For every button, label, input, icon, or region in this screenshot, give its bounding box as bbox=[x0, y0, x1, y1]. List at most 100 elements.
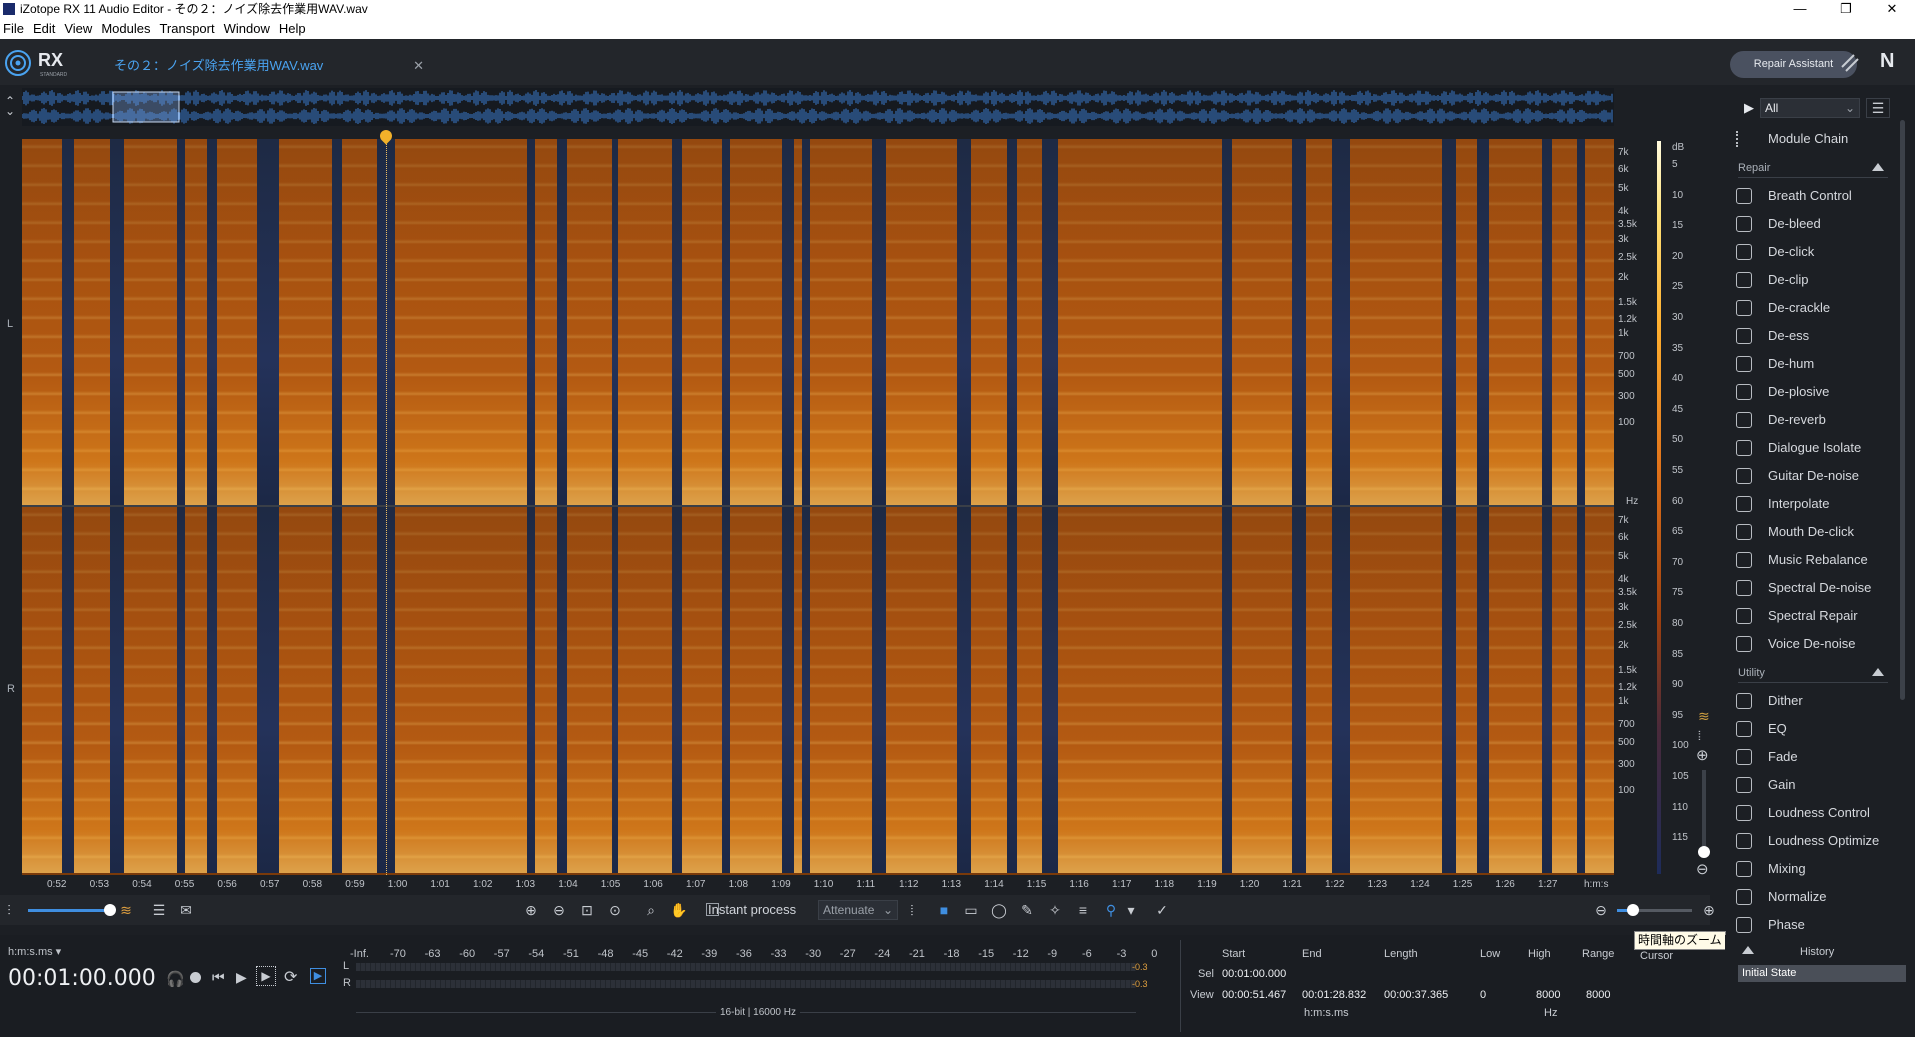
tool-dropdown-icon[interactable]: ▾ bbox=[1122, 901, 1140, 919]
time-select-icon[interactable]: ⦙ bbox=[903, 901, 921, 919]
zoom-out-time-icon[interactable]: ⊖ bbox=[1592, 901, 1610, 919]
zoom-selection-icon[interactable]: ⊡ bbox=[578, 901, 596, 919]
module-spectral-repair[interactable]: Spectral Repair bbox=[1736, 605, 1891, 627]
record-icon[interactable] bbox=[190, 972, 201, 983]
freq-range[interactable]: 8000 bbox=[1586, 989, 1610, 1001]
module-interpolate[interactable]: Interpolate bbox=[1736, 493, 1891, 515]
play-icon[interactable]: ▶ bbox=[236, 969, 247, 986]
module-loudness-control[interactable]: Loudness Control bbox=[1736, 802, 1891, 824]
module-fade[interactable]: Fade bbox=[1736, 746, 1891, 768]
menu-file[interactable]: File bbox=[3, 18, 24, 39]
repair-category[interactable]: Repair bbox=[1738, 158, 1888, 178]
module-de-hum[interactable]: De-hum bbox=[1736, 353, 1891, 375]
brush-icon[interactable]: ✎ bbox=[1018, 901, 1036, 919]
module-loudness-optimize[interactable]: Loudness Optimize bbox=[1736, 830, 1891, 852]
playhead[interactable] bbox=[386, 139, 387, 875]
module-de-reverb[interactable]: De-reverb bbox=[1736, 409, 1891, 431]
loop-icon[interactable]: ⟳ bbox=[284, 967, 297, 987]
rect-select-icon[interactable]: ■ bbox=[935, 901, 953, 919]
collapse-overview-icon[interactable]: ⌃ ⌄ bbox=[5, 95, 15, 117]
waveform-icon[interactable]: ⫶ bbox=[0, 901, 18, 919]
module-phase[interactable]: Phase bbox=[1736, 914, 1891, 936]
module-mouth-de-click[interactable]: Mouth De-click bbox=[1736, 521, 1891, 543]
headphones-icon[interactable]: 🎧 bbox=[166, 970, 185, 988]
module-de-ess[interactable]: De-ess bbox=[1736, 325, 1891, 347]
module-de-clip[interactable]: De-clip bbox=[1736, 269, 1891, 291]
freq-zoom-knob[interactable] bbox=[1698, 846, 1710, 858]
time-zoom-knob[interactable] bbox=[1627, 904, 1639, 916]
play-selection-icon[interactable]: ▶ bbox=[256, 966, 276, 986]
pencil-icon[interactable]: ✓ bbox=[1153, 901, 1171, 919]
module-filter-select[interactable]: All ⌄ bbox=[1760, 98, 1860, 118]
module-de-plosive[interactable]: De-plosive bbox=[1736, 381, 1891, 403]
zoom-fit-icon[interactable]: ⊙ bbox=[606, 901, 624, 919]
freq-high[interactable]: 8000 bbox=[1536, 989, 1560, 1001]
module-voice-de-noise[interactable]: Voice De-noise bbox=[1736, 633, 1891, 655]
rewind-icon[interactable]: ⏮ bbox=[212, 969, 225, 986]
spectrogram-mode-icon[interactable]: ≋ bbox=[117, 901, 135, 919]
menu-modules[interactable]: Modules bbox=[101, 18, 150, 39]
zoom-out-icon[interactable]: ⊖ bbox=[550, 901, 568, 919]
zoom-in-time-icon[interactable]: ⊕ bbox=[1700, 901, 1718, 919]
waveform-toggle-icon[interactable]: ⦙ bbox=[1698, 728, 1701, 744]
hz-tick: 7k bbox=[1618, 515, 1629, 526]
amplitude-zoom-slider[interactable] bbox=[28, 909, 112, 912]
spectrogram[interactable] bbox=[22, 139, 1614, 875]
comment-icon[interactable]: ✉ bbox=[177, 901, 195, 919]
view-length[interactable]: 00:00:37.365 bbox=[1384, 989, 1448, 1001]
zoom-out-freq-icon[interactable]: ⊖ bbox=[1696, 860, 1709, 878]
menu-edit[interactable]: Edit bbox=[33, 18, 55, 39]
history-collapse-icon[interactable] bbox=[1742, 946, 1754, 954]
module-eq[interactable]: EQ bbox=[1736, 718, 1891, 740]
magic-wand-icon[interactable]: ✧ bbox=[1046, 901, 1064, 919]
module-de-bleed[interactable]: De-bleed bbox=[1736, 213, 1891, 235]
view-end[interactable]: 00:01:28.832 bbox=[1302, 989, 1366, 1001]
menu-icon[interactable]: ☰ bbox=[1866, 98, 1890, 118]
harmonic-select-icon[interactable]: ≡ bbox=[1074, 901, 1092, 919]
hand-icon[interactable]: ✋ bbox=[670, 901, 688, 919]
amplitude-zoom-knob[interactable] bbox=[104, 904, 116, 916]
module-dither[interactable]: Dither bbox=[1736, 690, 1891, 712]
timecode-format-select[interactable]: h:m:s.ms ▾ bbox=[8, 945, 61, 958]
utility-category[interactable]: Utility bbox=[1738, 663, 1888, 683]
menu-view[interactable]: View bbox=[64, 18, 92, 39]
view-start[interactable]: 00:00:51.467 bbox=[1222, 989, 1286, 1001]
history-item[interactable]: Initial State bbox=[1738, 965, 1906, 982]
close-tab-icon[interactable]: ✕ bbox=[413, 51, 424, 81]
follow-playhead-icon[interactable]: ▶ bbox=[310, 968, 326, 984]
module-mixing[interactable]: Mixing bbox=[1736, 858, 1891, 880]
module-de-click[interactable]: De-click bbox=[1736, 241, 1891, 263]
notes-icon[interactable]: ☰ bbox=[150, 901, 168, 919]
zoom-in-freq-icon[interactable]: ⊕ bbox=[1696, 746, 1709, 764]
freq-select-icon[interactable]: ▭ bbox=[962, 901, 980, 919]
sel-start[interactable]: 00:01:00.000 bbox=[1222, 968, 1286, 980]
spectrogram-settings-icon[interactable]: ≋ bbox=[1698, 708, 1710, 725]
module-de-crackle[interactable]: De-crackle bbox=[1736, 297, 1891, 319]
play-module-icon[interactable]: ▶ bbox=[1744, 100, 1754, 116]
module-breath-control[interactable]: Breath Control bbox=[1736, 185, 1891, 207]
menu-help[interactable]: Help bbox=[279, 18, 306, 39]
module-spectral-de-noise[interactable]: Spectral De-noise bbox=[1736, 577, 1891, 599]
menu-window[interactable]: Window bbox=[224, 18, 270, 39]
magnify-icon[interactable]: ⌕ bbox=[642, 901, 660, 919]
module-normalize[interactable]: Normalize bbox=[1736, 886, 1891, 908]
lasso-icon[interactable]: ◯ bbox=[990, 901, 1008, 919]
zoom-in-icon[interactable]: ⊕ bbox=[522, 901, 540, 919]
module-dialogue-isolate[interactable]: Dialogue Isolate bbox=[1736, 437, 1891, 459]
link-icon[interactable] bbox=[1838, 51, 1862, 75]
module-chain-item[interactable]: Module Chain bbox=[1736, 128, 1891, 150]
menu-transport[interactable]: Transport bbox=[159, 18, 214, 39]
module-gain[interactable]: Gain bbox=[1736, 774, 1891, 796]
freq-low[interactable]: 0 bbox=[1480, 989, 1486, 1001]
maximize-button[interactable]: ❐ bbox=[1826, 0, 1866, 18]
sidebar-scrollbar[interactable] bbox=[1900, 120, 1905, 700]
close-button[interactable]: ✕ bbox=[1872, 0, 1912, 18]
module-guitar-de-noise[interactable]: Guitar De-noise bbox=[1736, 465, 1891, 487]
module-music-rebalance[interactable]: Music Rebalance bbox=[1736, 549, 1891, 571]
freq-zoom-slider[interactable] bbox=[1702, 770, 1706, 850]
find-similar-icon[interactable]: ⚲ bbox=[1102, 901, 1120, 919]
waveform-overview[interactable] bbox=[21, 88, 1614, 126]
minimize-button[interactable]: — bbox=[1780, 0, 1820, 18]
document-tab[interactable]: その２：ノイズ除去作業用WAV.wav ✕ bbox=[100, 51, 430, 81]
attenuate-select[interactable]: Attenuate ⌄ bbox=[818, 900, 898, 920]
